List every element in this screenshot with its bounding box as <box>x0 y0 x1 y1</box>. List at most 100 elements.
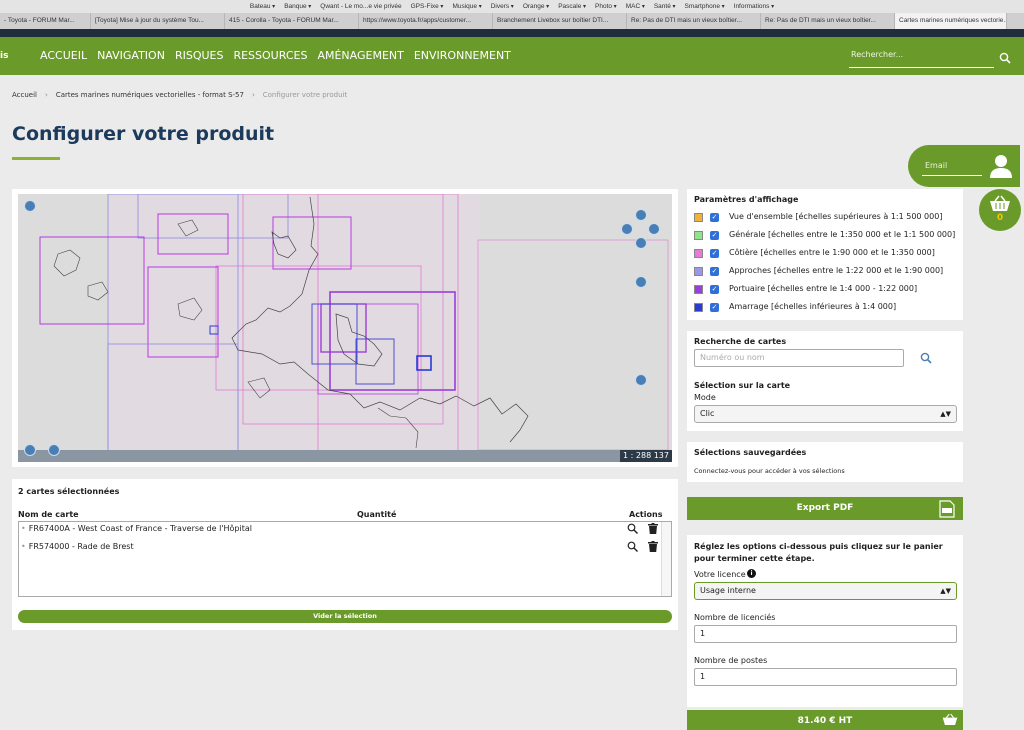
nav-item-risques[interactable]: RISQUES <box>175 49 224 62</box>
browser-tab[interactable]: Cartes marines numériques vectorie... <box>895 13 1007 29</box>
selection-panel: 2 cartes sélectionnées Nom de carte Quan… <box>12 479 678 630</box>
browser-tab[interactable]: Branchement Livebox sur boîtier DTI... <box>493 13 627 29</box>
zoom-out-icon[interactable] <box>635 374 647 386</box>
pan-left-icon[interactable] <box>621 223 633 235</box>
layer-row: ✓ Portuaire [échelles entre le 1:4 000 - … <box>694 282 959 296</box>
saved-selections-hint[interactable]: Connectez-vous pour accéder à vos sélect… <box>694 467 845 475</box>
clear-selection-button[interactable]: Vider la sélection <box>18 610 672 623</box>
browser-tab[interactable]: [Toyota] Mise à jour du système Tou... <box>91 13 225 29</box>
total-price-bar[interactable]: 81.40 € HT <box>687 710 963 730</box>
pdf-icon <box>939 500 955 518</box>
layer-row: ✓ Approches [échelles entre le 1:22 000 e… <box>694 264 959 278</box>
bookmark-item[interactable]: Orange <box>523 0 549 13</box>
refresh-icon[interactable] <box>24 444 36 456</box>
layer-row: ✓ Côtière [échelles entre le 1:90 000 et … <box>694 246 959 260</box>
pan-up-icon[interactable] <box>635 209 647 221</box>
layer-checkbox[interactable]: ✓ <box>710 267 719 276</box>
bookmark-item[interactable]: Informations <box>734 0 774 13</box>
layer-label: Approches [échelles entre le 1:22 000 et… <box>729 266 944 275</box>
bookmark-item[interactable]: GPS-Fixe <box>411 0 444 13</box>
licencies-field[interactable]: 1 <box>694 625 957 643</box>
search-icon[interactable] <box>999 52 1011 64</box>
browser-tab[interactable]: - Toyota - FORUM Mar... <box>0 13 91 29</box>
bookmark-item[interactable]: Musique <box>452 0 481 13</box>
title-underline <box>12 157 60 160</box>
layer-color-swatch <box>694 267 703 276</box>
nav-item-navigation[interactable]: NAVIGATION <box>97 49 165 62</box>
browser-tab[interactable]: Re: Pas de DTI mais un vieux boîtier... <box>761 13 895 29</box>
site-search-input[interactable]: Rechercher... <box>849 48 994 68</box>
zoom-to-icon[interactable] <box>627 523 638 534</box>
layer-checkbox[interactable]: ✓ <box>710 213 719 222</box>
column-header-actions: Actions <box>629 510 663 519</box>
bookmark-item[interactable]: Qwant - Le mo...e vie privée <box>320 0 401 13</box>
nav-items: ACCUEIL NAVIGATION RISQUES RESSOURCES AM… <box>40 49 511 62</box>
map-selection-title: Sélection sur la carte <box>694 381 791 390</box>
licence-select[interactable]: Usage interne ▲▼ <box>694 582 957 600</box>
cart-button[interactable]: 0 <box>979 189 1021 231</box>
locate-icon[interactable] <box>48 444 60 456</box>
layer-color-swatch <box>694 285 703 294</box>
search-icon[interactable] <box>920 352 932 364</box>
browser-tabs: - Toyota - FORUM Mar... [Toyota] Mise à j… <box>0 13 1024 29</box>
layer-checkbox[interactable]: ✓ <box>710 231 719 240</box>
mode-select[interactable]: Clic ▲▼ <box>694 405 957 423</box>
breadcrumb: Accueil › Cartes marines numériques vect… <box>12 91 347 99</box>
layer-checkbox[interactable]: ✓ <box>710 303 719 312</box>
chevron-right-icon: › <box>45 91 48 99</box>
layer-label: Vue d'ensemble [échelles supérieures à 1… <box>729 212 943 221</box>
chart-search-input[interactable]: Numéro ou nom <box>694 349 904 367</box>
fullscreen-icon[interactable] <box>24 200 36 212</box>
map-attribution-bar <box>18 450 620 462</box>
layer-checkbox[interactable]: ✓ <box>710 249 719 258</box>
zoom-to-icon[interactable] <box>627 541 638 552</box>
list-scrollbar[interactable] <box>661 522 671 596</box>
bookmark-item[interactable]: Santé <box>654 0 676 13</box>
bookmark-item[interactable]: Divers <box>491 0 514 13</box>
column-header-quantity: Quantité <box>357 510 397 519</box>
saved-selections-title: Sélections sauvegardées <box>694 448 807 457</box>
nav-item-amenagement[interactable]: AMÉNAGEMENT <box>317 49 403 62</box>
bullet-icon: • <box>21 524 26 533</box>
basket-icon <box>990 195 1010 211</box>
bookmark-item[interactable]: MAC <box>626 0 645 13</box>
breadcrumb-category[interactable]: Cartes marines numériques vectorielles -… <box>56 91 244 99</box>
browser-tab[interactable]: Re: Pas de DTI mais un vieux boîtier... <box>627 13 761 29</box>
browser-tab[interactable]: 415 - Corolla - Toyota - FORUM Mar... <box>225 13 359 29</box>
postes-field[interactable]: 1 <box>694 668 957 686</box>
main-navigation: is ACCUEIL NAVIGATION RISQUES RESSOURCES… <box>0 37 1024 75</box>
user-icon[interactable] <box>990 154 1012 178</box>
bookmark-item[interactable]: Photo <box>595 0 617 13</box>
selection-count: 2 cartes sélectionnées <box>18 487 120 496</box>
display-settings-panel: Paramètres d'affichage ✓ Vue d'ensemble [… <box>687 189 963 320</box>
info-icon[interactable]: i <box>747 569 756 578</box>
bookmark-item[interactable]: Smartphone <box>685 0 725 13</box>
list-item: • FR67400A - West Coast of France - Trave… <box>21 522 661 536</box>
map-canvas <box>18 194 672 462</box>
pan-down-icon[interactable] <box>635 237 647 249</box>
nav-item-environnement[interactable]: ENVIRONNEMENT <box>414 49 511 62</box>
chart-map[interactable]: 1 : 288 137 <box>18 194 672 462</box>
bookmark-item[interactable]: Bateau <box>250 0 275 13</box>
options-intro: Réglez les options ci-dessous puis cliqu… <box>694 542 943 563</box>
bullet-icon: • <box>21 542 26 551</box>
layer-label: Côtière [échelles entre le 1:90 000 et l… <box>729 248 935 257</box>
trash-icon[interactable] <box>648 523 658 534</box>
pan-right-icon[interactable] <box>648 223 660 235</box>
site-top-strip <box>0 29 1024 37</box>
layer-checkbox[interactable]: ✓ <box>710 285 719 294</box>
breadcrumb-home[interactable]: Accueil <box>12 91 37 99</box>
browser-tab[interactable]: https://www.toyota.fr/apps/customer... <box>359 13 493 29</box>
mode-value: Clic <box>700 409 715 418</box>
export-pdf-button[interactable]: Export PDF <box>687 497 963 520</box>
email-field[interactable]: Email <box>922 161 982 176</box>
layer-color-swatch <box>694 249 703 258</box>
bookmark-item[interactable]: Banque <box>284 0 311 13</box>
trash-icon[interactable] <box>648 541 658 552</box>
layer-color-swatch <box>694 231 703 240</box>
site-brand[interactable]: is <box>0 51 8 61</box>
bookmark-item[interactable]: Pascale <box>558 0 586 13</box>
nav-item-accueil[interactable]: ACCUEIL <box>40 49 87 62</box>
nav-item-ressources[interactable]: RESSOURCES <box>233 49 307 62</box>
zoom-in-icon[interactable] <box>635 276 647 288</box>
